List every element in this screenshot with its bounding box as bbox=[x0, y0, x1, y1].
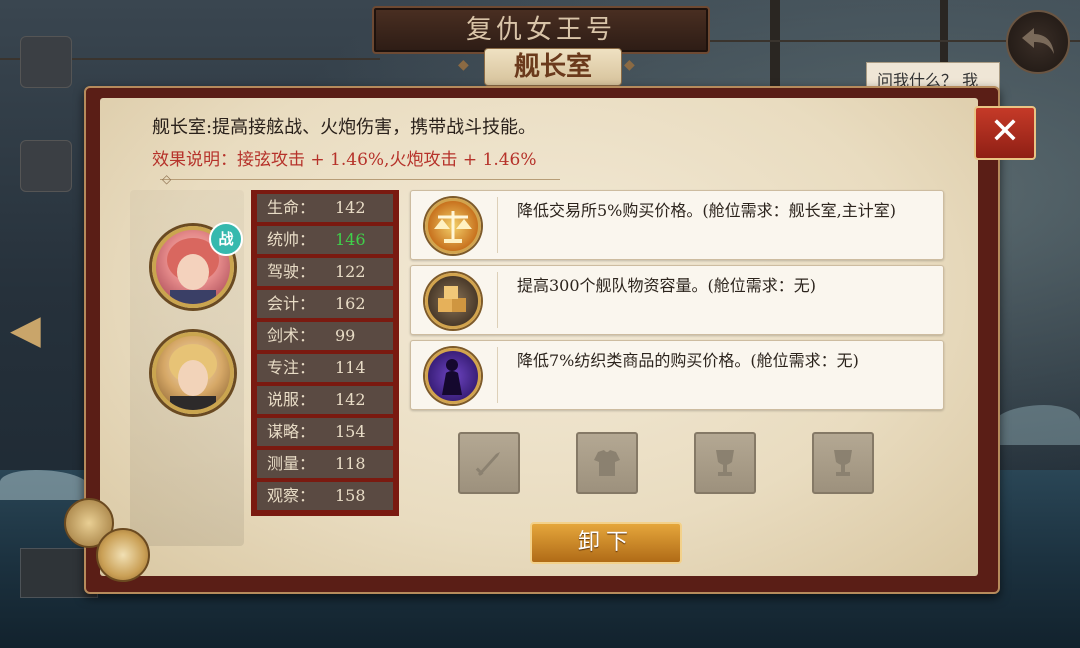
combat-badge: 战 bbox=[209, 222, 243, 256]
prev-arrow-icon[interactable]: ◀ bbox=[10, 300, 52, 360]
title-ornament-right: ◆ bbox=[624, 57, 635, 73]
stat-label: 会计： bbox=[267, 294, 316, 313]
bonus-card[interactable]: 降低交易所5%购买价格。(舱位需求：舰长室,主计室) bbox=[410, 190, 944, 260]
stat-label: 统帅： bbox=[267, 230, 316, 249]
stat-label: 观察： bbox=[267, 486, 316, 505]
stat-row: 专注： 114 bbox=[257, 354, 393, 382]
stat-label: 生命： bbox=[267, 198, 316, 217]
cabin-title: 舰长室 bbox=[484, 48, 622, 86]
officer-portrait-second[interactable] bbox=[152, 332, 234, 414]
equipment-slot-trophy-2[interactable] bbox=[812, 432, 874, 494]
bonus-separator bbox=[497, 197, 498, 253]
stat-row: 说服： 142 bbox=[257, 386, 393, 414]
stat-label: 驾驶： bbox=[267, 262, 316, 281]
back-button[interactable] bbox=[1006, 10, 1070, 74]
equipment-slot-trophy[interactable] bbox=[694, 432, 756, 494]
stat-value-highlighted: 146 bbox=[335, 230, 366, 249]
stat-value: 118 bbox=[335, 454, 366, 473]
stat-row: 生命： 142 bbox=[257, 194, 393, 222]
side-menu-icon[interactable] bbox=[20, 36, 72, 88]
unload-button[interactable]: 卸下 bbox=[530, 522, 682, 564]
bonus-text: 降低7%纺织类商品的购买价格。(舱位需求：无) bbox=[517, 351, 859, 370]
ship-name-bar: 复仇女王号 bbox=[372, 6, 710, 54]
divider bbox=[160, 179, 560, 180]
stat-value: 142 bbox=[335, 198, 366, 217]
close-button[interactable]: ✕ bbox=[974, 106, 1036, 160]
stat-row: 统帅： 146 bbox=[257, 226, 393, 254]
stat-value: 114 bbox=[335, 358, 366, 377]
bonus-card[interactable]: 提高300个舰队物资容量。(舱位需求：无) bbox=[410, 265, 944, 335]
stat-row: 谋略： 154 bbox=[257, 418, 393, 446]
stat-row: 会计： 162 bbox=[257, 290, 393, 318]
bonus-separator bbox=[497, 272, 498, 328]
cargo-crate-icon bbox=[425, 273, 481, 329]
stat-label: 测量： bbox=[267, 454, 316, 473]
compass-icon[interactable] bbox=[96, 528, 150, 582]
equipment-slot-armor[interactable] bbox=[576, 432, 638, 494]
cabin-effect: 效果说明：接弦攻击 + 1.46%,火炮攻击 + 1.46% bbox=[152, 150, 537, 170]
bonus-card[interactable]: 降低7%纺织类商品的购买价格。(舱位需求：无) bbox=[410, 340, 944, 410]
stat-label: 说服： bbox=[267, 390, 316, 409]
equipment-slot-sword[interactable] bbox=[458, 432, 520, 494]
side-menu-icon-2[interactable] bbox=[20, 140, 72, 192]
scales-icon bbox=[425, 198, 481, 254]
stat-value: 162 bbox=[335, 294, 366, 313]
title-ornament-left: ◆ bbox=[458, 57, 469, 73]
dancer-silhouette-icon bbox=[425, 348, 481, 404]
stat-value: 142 bbox=[335, 390, 366, 409]
stat-row: 驾驶： 122 bbox=[257, 258, 393, 286]
sword-slot-icon bbox=[475, 452, 500, 476]
bonus-text: 降低交易所5%购买价格。(舱位需求：舰长室,主计室) bbox=[517, 201, 896, 220]
stats-panel: 生命： 142 统帅： 146 驾驶： 122 会计： 162 剑术： 99 专注： 114… bbox=[251, 190, 399, 516]
stat-row: 测量： 118 bbox=[257, 450, 393, 478]
stat-row: 剑术： 99 bbox=[257, 322, 393, 350]
stat-value: 154 bbox=[335, 422, 366, 441]
stat-label: 谋略： bbox=[267, 422, 316, 441]
stat-label: 剑术： bbox=[267, 326, 316, 345]
stat-row: 观察： 158 bbox=[257, 482, 393, 510]
trophy-slot-icon bbox=[716, 450, 734, 476]
bonus-separator bbox=[497, 347, 498, 403]
back-arrow-icon bbox=[1022, 28, 1054, 54]
close-icon: ✕ bbox=[989, 111, 1021, 152]
stat-value: 158 bbox=[335, 486, 366, 505]
trophy-slot-icon bbox=[834, 450, 852, 476]
divider-ornament-icon: ◇ bbox=[162, 172, 172, 186]
bonus-text: 提高300个舰队物资容量。(舱位需求：无) bbox=[517, 276, 817, 295]
armor-slot-icon bbox=[594, 450, 620, 476]
cabin-description: 舰长室:提高接舷战、火炮伤害，携带战斗技能。 bbox=[152, 117, 537, 138]
stat-value: 122 bbox=[335, 262, 366, 281]
stat-value: 99 bbox=[335, 326, 356, 345]
stat-label: 专注： bbox=[267, 358, 316, 377]
